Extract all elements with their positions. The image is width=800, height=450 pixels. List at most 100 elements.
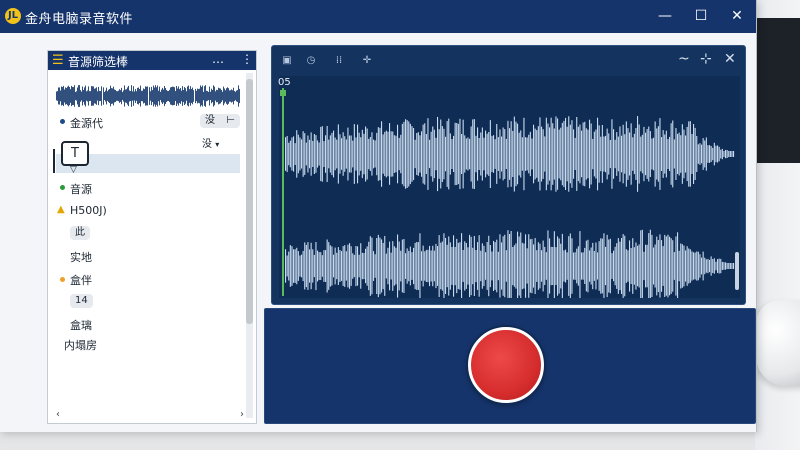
clock-icon[interactable]: ◷ xyxy=(304,54,318,68)
waveform-sample xyxy=(523,117,525,191)
list-item-label[interactable]: H500J) xyxy=(70,204,107,217)
waveform-sample xyxy=(662,130,664,178)
waveform-sample xyxy=(659,234,661,298)
waveform-sample xyxy=(304,133,306,175)
mini-waveform-sample xyxy=(158,90,159,102)
waveform-sample xyxy=(392,241,394,291)
waveform-sample xyxy=(720,149,722,159)
mini-waveform-sample xyxy=(63,85,64,107)
text-tool-button[interactable]: T xyxy=(61,141,89,166)
waveform-sample xyxy=(605,135,607,173)
dropdown-select[interactable]: 没 ▾ xyxy=(202,135,219,150)
close-button[interactable]: ✕ xyxy=(726,6,748,26)
close-panel-button[interactable]: ✕ xyxy=(724,50,736,68)
scrollbar-thumb[interactable] xyxy=(246,79,253,324)
mini-waveform-sample xyxy=(106,87,107,105)
crosshair-icon[interactable]: ✛ xyxy=(360,54,374,68)
waveform-sample xyxy=(411,252,413,280)
record-button[interactable] xyxy=(468,327,544,403)
source-filter-panel: ☰ 音源筛选棒 … ⋮ 金源代 没 ⊢ 没 ▾ T ▽ 音源 ▲ H500J) … xyxy=(47,50,257,424)
waveform-sample xyxy=(582,122,584,186)
waveform-sample xyxy=(713,258,715,274)
more-button[interactable]: … xyxy=(212,52,224,66)
waveform-sample xyxy=(473,236,475,296)
waveform-sample xyxy=(686,126,688,182)
waveform-sample xyxy=(371,237,373,295)
mini-waveform-sample xyxy=(235,91,236,101)
mini-waveform-sample xyxy=(64,89,65,103)
waveform-sample xyxy=(347,244,349,288)
waveform-sample xyxy=(427,118,429,190)
waveform-sample xyxy=(339,250,341,282)
window-icon[interactable]: ▣ xyxy=(280,54,294,68)
waveform-sample xyxy=(534,128,536,180)
mini-waveform-sample xyxy=(210,91,211,101)
waveform-sample xyxy=(395,135,397,173)
value-chip[interactable]: 14 xyxy=(70,294,93,308)
wave-mode-button[interactable]: ~ xyxy=(678,50,690,68)
mini-waveform-sample xyxy=(147,86,148,106)
waveform-sample xyxy=(606,234,608,298)
waveform-sample xyxy=(368,138,370,170)
list-item-label[interactable]: 实地 xyxy=(70,249,92,265)
mini-waveform-sample xyxy=(226,88,227,104)
mini-waveform-sample xyxy=(156,87,157,105)
list-item-label[interactable]: 内塌房 xyxy=(64,337,97,353)
waveform-sample xyxy=(677,232,679,300)
waveform-sample xyxy=(566,126,568,182)
scroll-right-button[interactable]: › xyxy=(240,409,244,420)
waveform-sample xyxy=(440,119,442,189)
waveform-sample xyxy=(504,129,506,179)
waveform-sample xyxy=(446,244,448,288)
mini-waveform-sample xyxy=(83,90,84,102)
list-item-label[interactable]: 盒伴 xyxy=(70,272,92,288)
waveform-sample xyxy=(608,239,610,293)
list-item-label[interactable]: 金源代 xyxy=(70,115,103,131)
waveform-sample xyxy=(443,128,445,180)
waveform-sample xyxy=(649,131,651,177)
waveform-sample xyxy=(637,245,639,287)
grid-icon[interactable]: ⁞⁞ xyxy=(332,54,346,68)
waveform-sample xyxy=(427,249,429,283)
playhead[interactable] xyxy=(282,88,284,296)
list-item-label[interactable]: 盒璃 xyxy=(70,317,92,333)
mini-waveform-sample xyxy=(237,90,238,102)
mini-waveform-sample xyxy=(92,86,93,106)
waveform-sample xyxy=(685,250,687,282)
list-item-label[interactable]: 音源 xyxy=(70,181,92,197)
waveform-sample xyxy=(302,131,304,177)
mini-waveform-sample xyxy=(80,90,81,102)
waveform-scrollbar[interactable] xyxy=(735,252,739,290)
mini-waveform-sample xyxy=(97,91,98,101)
app-title: 金舟电脑录音软件 xyxy=(25,12,134,27)
mini-waveform-sample xyxy=(163,89,164,103)
maximize-button[interactable]: ☐ xyxy=(690,6,712,26)
waveform-sample xyxy=(518,236,520,296)
waveform-sample xyxy=(401,239,403,293)
mode-toggle[interactable]: 没 ⊢ xyxy=(200,114,240,128)
mini-waveform-sample xyxy=(221,90,222,102)
waveform-sample xyxy=(309,249,311,283)
playhead-marker[interactable] xyxy=(280,90,286,96)
filter-icon[interactable]: ▽ xyxy=(70,165,77,175)
waveform-sample xyxy=(715,145,717,163)
pin-button[interactable]: ⊹ xyxy=(700,50,712,68)
waveform-sample xyxy=(317,140,319,168)
options-button[interactable]: ⋮ xyxy=(241,52,253,66)
mini-waveform-sample xyxy=(201,86,202,106)
waveform-sample xyxy=(656,236,658,296)
value-chip[interactable]: 此 xyxy=(70,226,90,240)
minimize-button[interactable]: — xyxy=(654,6,676,26)
menu-icon[interactable]: ☰ xyxy=(52,54,64,67)
waveform-sample xyxy=(542,129,544,179)
waveform-sample xyxy=(465,138,467,170)
mini-waveform-sample xyxy=(150,91,151,101)
mini-waveform-sample xyxy=(134,91,135,101)
waveform-sample xyxy=(347,127,349,181)
waveform-sample xyxy=(707,258,709,274)
mini-waveform-sample xyxy=(62,87,63,105)
waveform-canvas[interactable] xyxy=(279,76,740,303)
scroll-left-button[interactable]: ‹ xyxy=(56,409,60,420)
mini-waveform-sample xyxy=(220,88,221,104)
waveform-sample xyxy=(629,240,631,292)
